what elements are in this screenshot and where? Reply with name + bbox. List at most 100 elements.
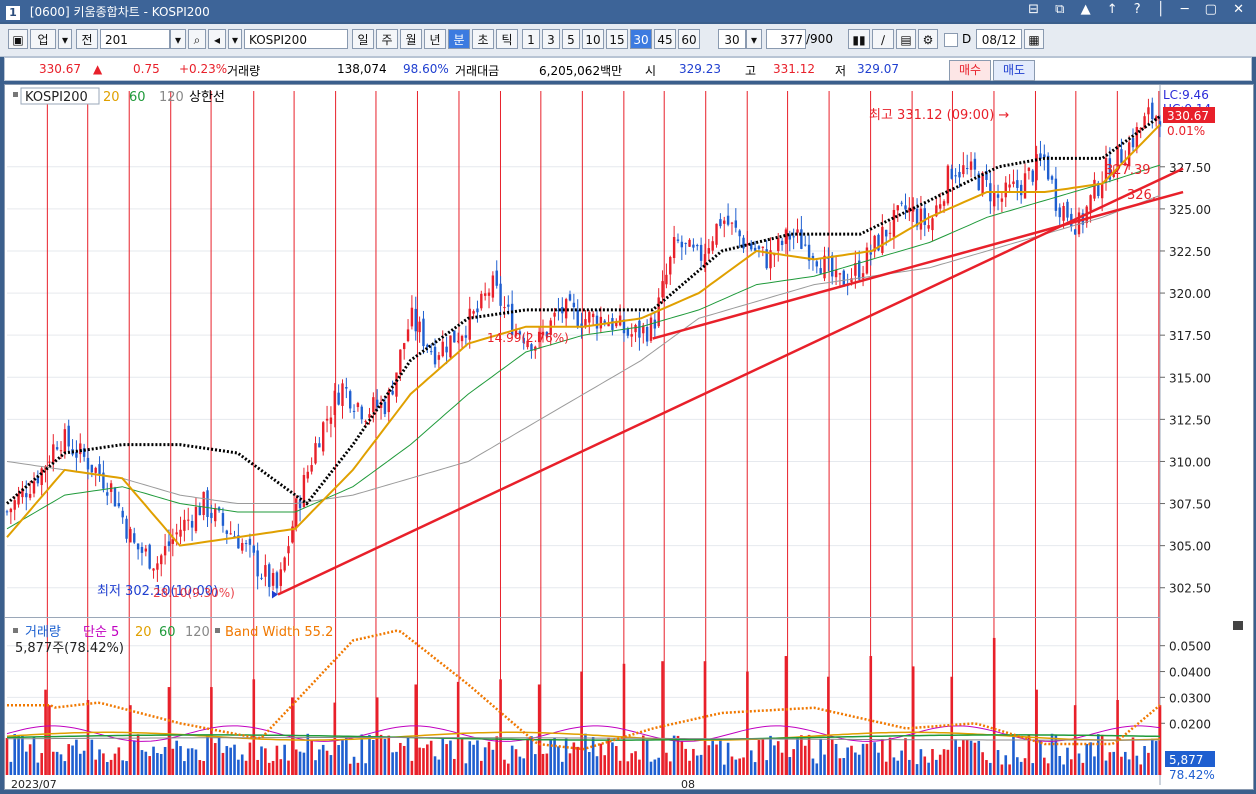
- period-tab[interactable]: 일: [352, 29, 374, 49]
- candle-body: [418, 321, 421, 333]
- volume-bar: [1127, 759, 1131, 775]
- candle-body: [892, 210, 896, 237]
- panel-divider: [5, 617, 1160, 618]
- volume-bar: [1062, 764, 1065, 775]
- volume-bar: [1154, 741, 1158, 775]
- low-value: 329.07: [857, 62, 899, 76]
- candle-body: [1147, 107, 1150, 115]
- candle-body: [1027, 167, 1031, 171]
- buy-button[interactable]: 매수: [949, 60, 991, 81]
- candle-body: [456, 340, 460, 342]
- volume-bar: [684, 748, 687, 775]
- interval-tab[interactable]: 5: [562, 29, 580, 49]
- volume-bar: [1058, 755, 1062, 775]
- volume-bar: [803, 745, 807, 775]
- code-dropdown-icon[interactable]: ▾: [170, 29, 186, 49]
- volume-bar: [32, 737, 36, 775]
- volume-bar: [221, 752, 225, 775]
- period-tab[interactable]: 월: [400, 29, 422, 49]
- price-tick-label: 317.50: [1169, 329, 1211, 343]
- market-select[interactable]: 업: [30, 29, 56, 49]
- sell-button[interactable]: 매도: [993, 60, 1035, 81]
- interval-tab[interactable]: 15: [606, 29, 628, 49]
- quote-bar: 330.67 ▲ 0.75 +0.23% 거래량 138,074 98.60% …: [4, 57, 1252, 81]
- prev-button[interactable]: 전: [76, 29, 98, 49]
- volume-bar: [568, 753, 572, 775]
- candle-body: [576, 310, 579, 328]
- candle-body: [125, 518, 128, 539]
- candle-body: [838, 273, 842, 275]
- volume-tick-label: 0.0200: [1169, 717, 1211, 731]
- volume-bar: [256, 759, 259, 775]
- date-input[interactable]: 08/12: [976, 29, 1022, 49]
- volume-bar: [283, 744, 286, 775]
- candle-body: [214, 508, 217, 522]
- trendline-tool-icon[interactable]: ∕: [872, 29, 894, 49]
- candle-body: [32, 481, 36, 494]
- code-input[interactable]: 201: [100, 29, 170, 49]
- interval-tab[interactable]: 30: [630, 29, 652, 49]
- candle-body: [958, 171, 961, 178]
- panel-maximize-icon[interactable]: [1233, 621, 1243, 630]
- interval-tab[interactable]: 45: [654, 29, 676, 49]
- volume-bar: [892, 757, 896, 775]
- interval-tab[interactable]: 10: [582, 29, 604, 49]
- volume-bar: [622, 663, 626, 775]
- volume-bar: [372, 739, 375, 775]
- chart-area[interactable]: 327.50 325.00 322.50 320.00 317.50 315.00 312.…: [4, 84, 1254, 790]
- volume-bar: [773, 745, 776, 775]
- candle-body: [761, 246, 765, 248]
- volume-bar: [973, 742, 977, 775]
- period-tab[interactable]: 틱: [496, 29, 518, 49]
- volume-bar: [792, 749, 795, 775]
- volume-bar: [456, 681, 460, 775]
- volume-bar: [399, 742, 402, 775]
- period-tab[interactable]: 주: [376, 29, 398, 49]
- candle-type-icon[interactable]: ▮▮: [848, 29, 870, 49]
- interval-tab[interactable]: 3: [542, 29, 560, 49]
- period-tab[interactable]: 초: [472, 29, 494, 49]
- volume-bar: [522, 758, 526, 775]
- high-annotation: 최고 331.12 (09:00) →: [869, 108, 1009, 123]
- volume-bar: [63, 761, 67, 775]
- period-tab[interactable]: 분: [448, 29, 470, 49]
- candle-body: [491, 275, 495, 298]
- search-icon[interactable]: ⌕: [188, 29, 206, 49]
- save-icon[interactable]: ▤: [896, 29, 916, 49]
- market-dropdown-icon[interactable]: ▾: [58, 29, 72, 49]
- candle-body: [271, 572, 275, 586]
- period-tab[interactable]: 년: [424, 29, 446, 49]
- volume-bar: [426, 744, 429, 775]
- volume-bar: [433, 756, 437, 775]
- interval-select[interactable]: 30: [718, 29, 746, 49]
- layout-icon[interactable]: ▣: [8, 29, 28, 49]
- volume-bar: [441, 737, 445, 775]
- volume-bar: [480, 760, 483, 775]
- price-change: 0.75: [133, 62, 160, 76]
- volume-bar: [44, 689, 47, 775]
- volume-bar: [449, 740, 452, 775]
- volume-bar: [1070, 759, 1073, 775]
- count-input[interactable]: 377: [766, 29, 806, 49]
- price-tick-label: 315.00: [1169, 371, 1211, 385]
- speaker-icon[interactable]: ◂: [208, 29, 226, 49]
- legend-upper-band: 상한선: [189, 90, 225, 105]
- low-change-annotation: 28.10(9.30%): [153, 586, 235, 600]
- chart-svg[interactable]: 327.50325.00322.50320.00317.50315.00312.…: [5, 85, 1253, 789]
- candle-body: [190, 520, 194, 528]
- volume-bar: [564, 738, 568, 775]
- volume-bar: [248, 742, 252, 775]
- speaker-dropdown-icon[interactable]: ▾: [228, 29, 242, 49]
- calendar-icon[interactable]: ▦: [1024, 29, 1044, 49]
- interval-tab[interactable]: 1: [522, 29, 540, 49]
- gear-icon[interactable]: ⚙: [918, 29, 938, 49]
- volume-bar: [148, 756, 151, 775]
- candle-body: [298, 499, 302, 509]
- candle-body: [306, 471, 309, 479]
- d-checkbox[interactable]: [944, 33, 958, 47]
- volume-bar: [626, 761, 630, 775]
- volume-bar: [395, 751, 398, 775]
- window-controls[interactable]: ⊟ ⧉ ▲ ↑ ? │ ─ ▢ ✕: [1028, 2, 1250, 17]
- interval-dropdown-icon[interactable]: ▾: [746, 29, 762, 49]
- interval-tab[interactable]: 60: [678, 29, 700, 49]
